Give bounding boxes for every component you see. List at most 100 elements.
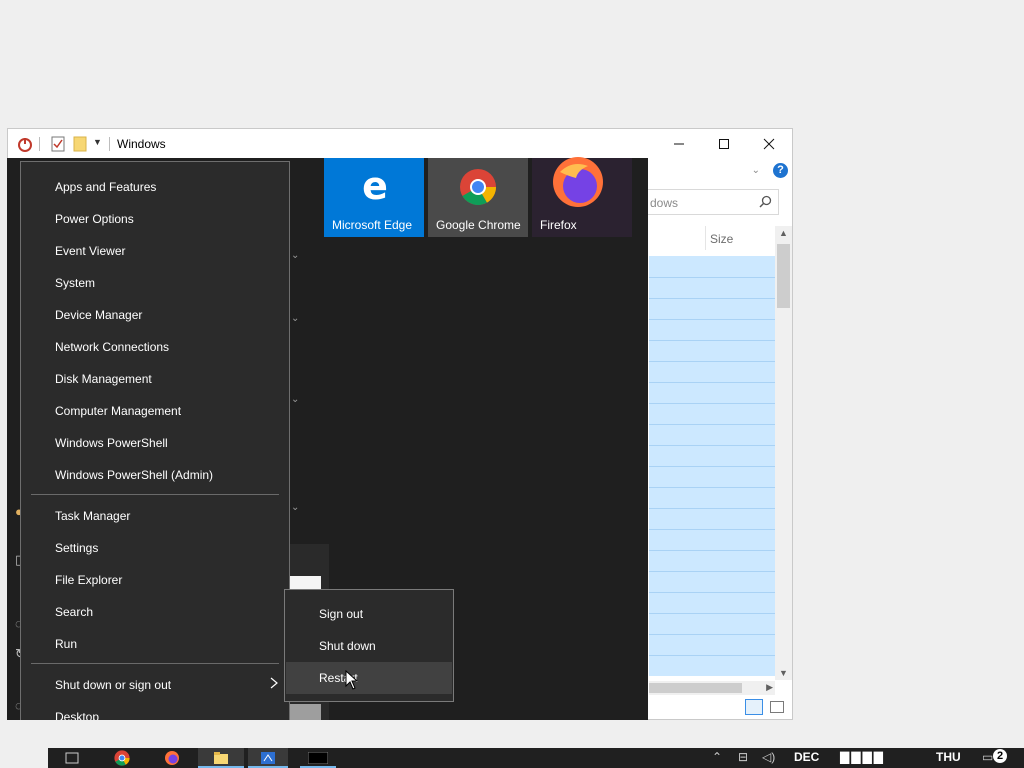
terminal-taskbar-icon[interactable]: [300, 748, 336, 768]
search-icon: [759, 195, 772, 208]
scroll-up-icon[interactable]: ▲: [779, 228, 788, 238]
table-row[interactable]: [649, 277, 775, 278]
scroll-right-icon[interactable]: ▶: [766, 682, 773, 693]
menu-separator: [31, 663, 279, 664]
table-row[interactable]: [649, 613, 775, 614]
file-list-selection[interactable]: [649, 256, 775, 676]
chevron-down-icon[interactable]: ⌄: [291, 250, 299, 261]
shutdown-submenu: Sign out Shut down Restart: [284, 589, 454, 702]
large-icons-view-icon[interactable]: [770, 701, 784, 713]
menu-item-computer-management[interactable]: Computer Management: [55, 404, 181, 418]
menu-item-file-explorer[interactable]: File Explorer: [55, 573, 122, 587]
submenu-item-shut-down[interactable]: Shut down: [286, 630, 452, 662]
table-row[interactable]: [649, 319, 775, 320]
show-hidden-icons-icon[interactable]: ⌃: [712, 750, 722, 764]
column-divider[interactable]: [705, 226, 706, 250]
menu-item-search[interactable]: Search: [55, 605, 93, 619]
new-folder-icon[interactable]: [72, 136, 88, 152]
menu-item-task-manager[interactable]: Task Manager: [55, 509, 130, 523]
firefox-taskbar-icon[interactable]: [162, 748, 182, 768]
horizontal-scroll-thumb[interactable]: [649, 683, 742, 693]
background-block: [290, 576, 321, 590]
close-button[interactable]: [746, 129, 792, 159]
chrome-taskbar-icon[interactable]: [112, 748, 132, 768]
tile-label: Microsoft Edge: [332, 218, 413, 232]
app-icon: [18, 138, 32, 152]
firefox-icon: [553, 157, 603, 207]
minimize-icon: [674, 143, 684, 145]
scroll-down-icon[interactable]: ▼: [779, 668, 788, 678]
help-icon[interactable]: ?: [773, 163, 788, 178]
chevron-down-icon[interactable]: ⌄: [291, 502, 299, 513]
maximize-button[interactable]: [701, 129, 747, 159]
table-row[interactable]: [649, 655, 775, 656]
table-row[interactable]: [649, 298, 775, 299]
minimize-button[interactable]: [656, 129, 702, 159]
action-center-icon[interactable]: ▭: [982, 750, 993, 764]
chevron-down-icon[interactable]: ⌄: [291, 394, 299, 405]
mouse-cursor-icon: [345, 670, 359, 690]
table-row[interactable]: [649, 487, 775, 488]
table-row[interactable]: [649, 424, 775, 425]
search-input[interactable]: dows: [646, 189, 779, 215]
table-row[interactable]: [649, 592, 775, 593]
tile-label: Firefox: [540, 218, 577, 232]
clock-day[interactable]: THU: [936, 750, 961, 764]
menu-item-network-connections[interactable]: Network Connections: [55, 340, 169, 354]
menu-item-system[interactable]: System: [55, 276, 95, 290]
close-icon: [763, 138, 775, 150]
details-view-icon[interactable]: [745, 699, 763, 715]
vertical-scrollbar[interactable]: ▲ ▼: [775, 226, 792, 680]
file-explorer-taskbar-icon[interactable]: [198, 748, 244, 768]
table-row[interactable]: [649, 550, 775, 551]
menu-separator: [31, 494, 279, 495]
maximize-icon: [719, 139, 729, 149]
customize-qa-dropdown-icon[interactable]: ▼: [93, 137, 102, 153]
menu-item-shut-down-or-sign-out[interactable]: Shut down or sign out: [55, 678, 171, 692]
column-header-size[interactable]: Size: [710, 232, 733, 246]
edge-icon: e: [362, 168, 388, 204]
chevron-right-icon: [270, 677, 278, 689]
network-icon[interactable]: ⊟: [738, 750, 748, 764]
clock-time-icon[interactable]: ▇▇▇▇: [840, 750, 885, 764]
menu-item-apps-and-features[interactable]: Apps and Features: [55, 180, 156, 194]
power-user-menu: Apps and Features Power Options Event Vi…: [20, 161, 290, 720]
table-row[interactable]: [649, 508, 775, 509]
table-row[interactable]: [649, 382, 775, 383]
clock-month[interactable]: DEC: [794, 750, 819, 764]
title-bar[interactable]: ▼ Windows: [8, 129, 792, 159]
volume-icon[interactable]: ◁): [762, 750, 775, 764]
task-view-icon[interactable]: [62, 748, 82, 768]
table-row[interactable]: [649, 340, 775, 341]
menu-item-device-manager[interactable]: Device Manager: [55, 308, 142, 322]
submenu-item-restart[interactable]: Restart: [286, 662, 452, 694]
properties-icon[interactable]: [51, 136, 65, 152]
expand-ribbon-chevron-icon[interactable]: ⌄: [752, 165, 760, 176]
table-row[interactable]: [649, 445, 775, 446]
tile-firefox[interactable]: Firefox: [532, 157, 632, 237]
menu-item-windows-powershell-admin[interactable]: Windows PowerShell (Admin): [55, 468, 213, 482]
menu-item-settings[interactable]: Settings: [55, 541, 98, 555]
table-row[interactable]: [649, 529, 775, 530]
menu-item-disk-management[interactable]: Disk Management: [55, 372, 152, 386]
menu-item-event-viewer[interactable]: Event Viewer: [55, 244, 125, 258]
menu-item-desktop[interactable]: Desktop: [55, 710, 99, 720]
vertical-scroll-thumb[interactable]: [777, 244, 790, 308]
search-placeholder: dows: [650, 196, 679, 210]
chevron-down-icon[interactable]: ⌄: [291, 313, 299, 324]
table-row[interactable]: [649, 634, 775, 635]
menu-item-run[interactable]: Run: [55, 637, 77, 651]
table-row[interactable]: [649, 403, 775, 404]
app-taskbar-icon[interactable]: [248, 748, 288, 768]
separator: [109, 137, 110, 151]
menu-item-windows-powershell[interactable]: Windows PowerShell: [55, 436, 168, 450]
submenu-item-sign-out[interactable]: Sign out: [286, 598, 452, 630]
table-row[interactable]: [649, 466, 775, 467]
table-row[interactable]: [649, 571, 775, 572]
horizontal-scrollbar[interactable]: ▶: [649, 681, 775, 695]
tile-microsoft-edge[interactable]: e Microsoft Edge: [324, 158, 424, 237]
tile-google-chrome[interactable]: Google Chrome: [428, 158, 528, 237]
table-row[interactable]: [649, 361, 775, 362]
menu-item-power-options[interactable]: Power Options: [55, 212, 134, 226]
taskbar: ⌃ ⊟ ◁) DEC ▇▇▇▇ THU ▭ 2: [48, 748, 1024, 768]
